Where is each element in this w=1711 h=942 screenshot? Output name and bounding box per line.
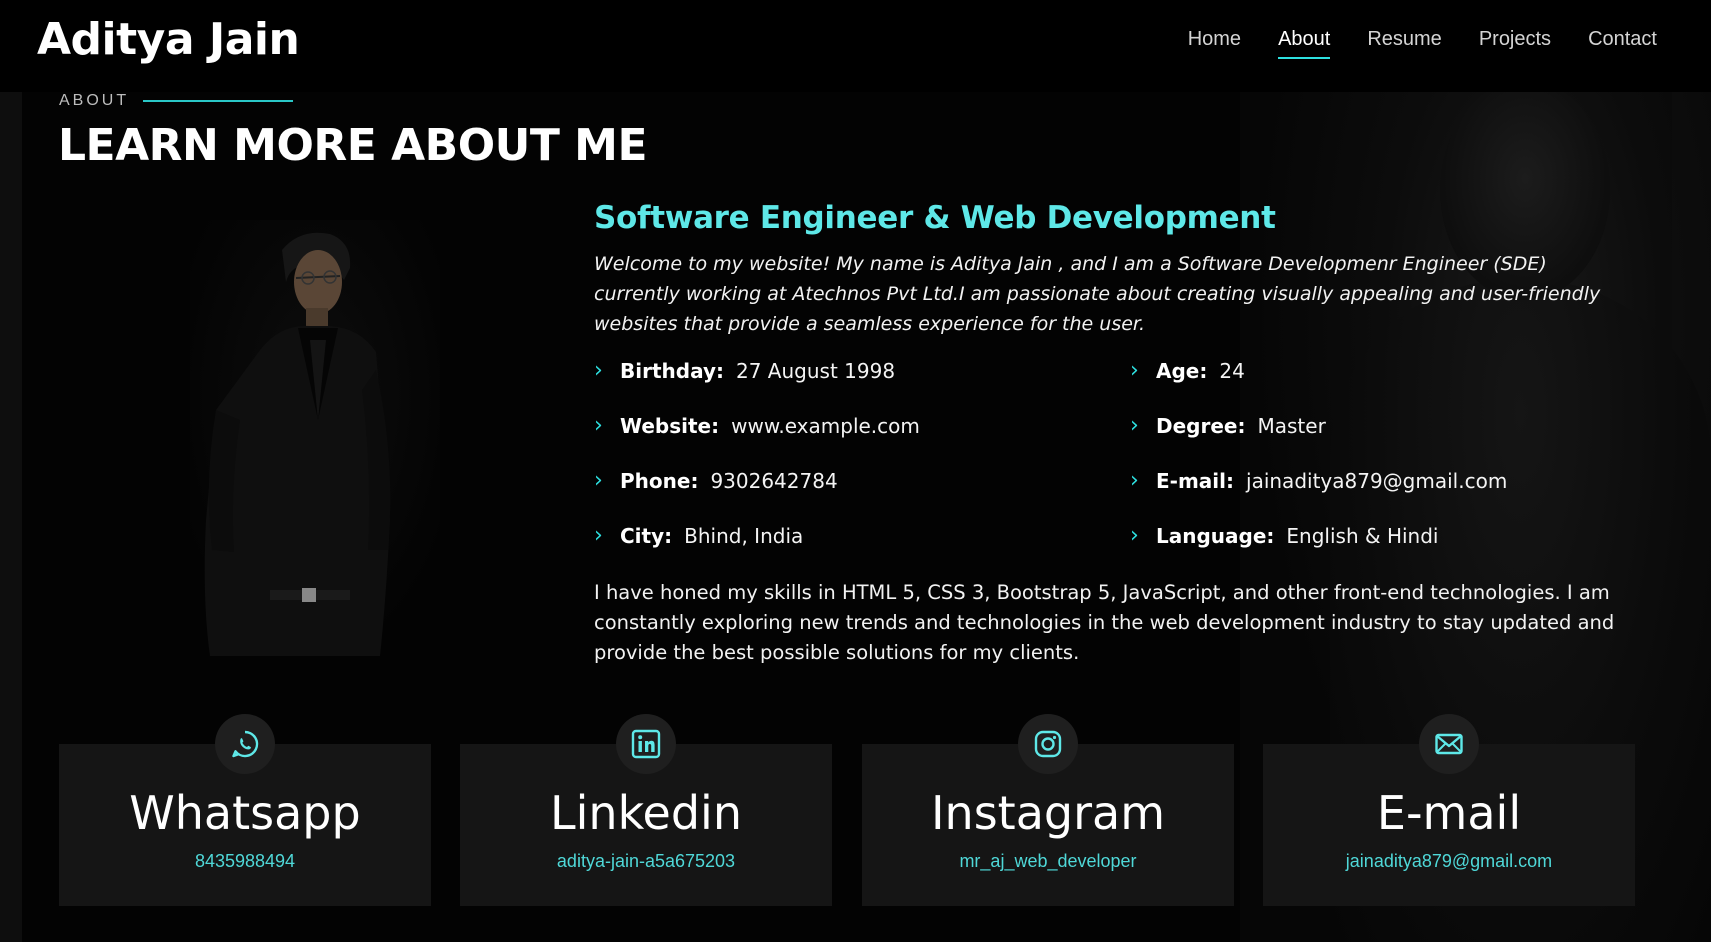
chevron-right-icon: › <box>1130 523 1139 548</box>
fact-label: City: <box>620 523 673 548</box>
fact-label: Phone: <box>620 468 699 493</box>
fact-value: Master <box>1257 413 1326 438</box>
mail-icon[interactable] <box>1419 714 1479 774</box>
fact-phone: › Phone: 9302642784 <box>594 468 838 493</box>
section-tag: ABOUT <box>59 92 294 110</box>
fact-value[interactable]: www.example.com <box>731 414 920 438</box>
contact-card-whatsapp[interactable]: Whatsapp 8435988494 <box>59 714 431 906</box>
card-subtitle[interactable]: aditya-jain-a5a675203 <box>460 851 832 872</box>
nav-home[interactable]: Home <box>1188 28 1241 59</box>
fact-value: Bhind, India <box>684 523 804 548</box>
card-title: Linkedin <box>550 786 742 840</box>
fact-email: › E-mail: jainaditya879@gmail.com <box>1130 468 1507 493</box>
fact-label: Degree: <box>1156 413 1246 438</box>
profile-photo <box>190 220 440 660</box>
fact-value: English & Hindi <box>1286 523 1439 548</box>
fact-label: Birthday: <box>620 358 724 383</box>
site-header: Aditya Jain Home About Resume Projects C… <box>0 0 1711 92</box>
chevron-right-icon: › <box>594 358 603 383</box>
nav-contact[interactable]: Contact <box>1588 28 1657 59</box>
nav-resume[interactable]: Resume <box>1367 28 1441 59</box>
fact-value: 24 <box>1219 358 1245 383</box>
card-title: Whatsapp <box>129 786 361 840</box>
fact-label: E-mail: <box>1156 468 1235 493</box>
instagram-icon[interactable] <box>1018 714 1078 774</box>
site-logo[interactable]: Aditya Jain <box>37 14 300 65</box>
card-title: Instagram <box>930 786 1166 840</box>
about-intro: Welcome to my website! My name is Aditya… <box>594 253 1601 335</box>
fact-degree: › Degree: Master <box>1130 413 1326 438</box>
fact-birthday: › Birthday: 27 August 1998 <box>594 358 895 383</box>
about-role-heading: Software Engineer & Web Development <box>594 200 1276 236</box>
fact-website: › Website: www.example.com <box>594 413 920 438</box>
page: Aditya Jain Home About Resume Projects C… <box>0 0 1711 942</box>
fact-language: › Language: English & Hindi <box>1130 523 1438 548</box>
chevron-right-icon: › <box>594 413 603 438</box>
main-nav: Home About Resume Projects Contact <box>1188 28 1657 59</box>
fact-value: 27 August 1998 <box>736 358 896 383</box>
linkedin-icon[interactable] <box>616 714 676 774</box>
card-subtitle[interactable]: mr_aj_web_developer <box>862 851 1234 872</box>
contact-card-linkedin[interactable]: Linkedin aditya-jain-a5a675203 <box>460 714 832 906</box>
chevron-right-icon: › <box>1130 468 1139 493</box>
nav-projects[interactable]: Projects <box>1479 28 1551 59</box>
fact-value: 9302642784 <box>710 468 838 493</box>
chevron-right-icon: › <box>594 468 603 493</box>
section-tag-label: ABOUT <box>59 92 130 109</box>
fact-label: Language: <box>1156 523 1275 548</box>
chevron-right-icon: › <box>1130 413 1139 438</box>
fact-label: Age: <box>1156 358 1208 383</box>
about-outro: I have honed my skills in HTML 5, CSS 3,… <box>594 581 1615 664</box>
chevron-right-icon: › <box>594 523 603 548</box>
nav-about[interactable]: About <box>1278 28 1331 59</box>
card-subtitle[interactable]: 8435988494 <box>59 851 431 872</box>
fact-city: › City: Bhind, India <box>594 523 803 548</box>
contact-card-instagram[interactable]: Instagram mr_aj_web_developer <box>862 714 1234 906</box>
fact-value: jainaditya879@gmail.com <box>1246 468 1508 493</box>
fact-label: Website: <box>620 413 720 438</box>
left-edge-panel <box>0 90 22 942</box>
contact-card-email[interactable]: E-mail jainaditya879@gmail.com <box>1263 714 1635 906</box>
card-subtitle[interactable]: jainaditya879@gmail.com <box>1263 851 1635 872</box>
section-tag-line <box>143 100 294 102</box>
card-title: E-mail <box>1376 786 1522 840</box>
whatsapp-icon[interactable] <box>215 714 275 774</box>
chevron-right-icon: › <box>1130 358 1139 383</box>
fact-age: › Age: 24 <box>1130 358 1245 383</box>
section-title: LEARN MORE ABOUT ME <box>58 120 648 171</box>
